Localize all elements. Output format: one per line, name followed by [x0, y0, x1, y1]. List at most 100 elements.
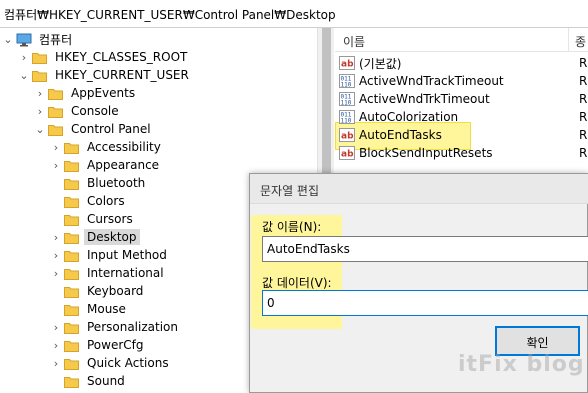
dialog-title: 문자열 편집	[250, 174, 588, 204]
value-type: R	[579, 110, 588, 124]
binary-value-icon: 011 110	[339, 92, 355, 107]
value-data-text: 0	[267, 296, 275, 310]
folder-icon	[64, 231, 79, 244]
folder-icon	[64, 303, 79, 316]
tree-item-label: Input Method	[87, 248, 167, 262]
column-type-header[interactable]: 종	[575, 33, 586, 50]
value-name: ActiveWndTrackTimeout	[359, 74, 504, 88]
tree-item-label: HKEY_CLASSES_ROOT	[55, 50, 188, 64]
tree-item[interactable]: › Console	[34, 102, 122, 120]
tree-item[interactable]: Bluetooth	[50, 174, 148, 192]
expand-arrow-icon[interactable]: ⌄	[2, 30, 14, 48]
tree-item[interactable]: › HKEY_CLASSES_ROOT	[18, 48, 190, 66]
tree-item[interactable]: › Accessibility	[50, 138, 164, 156]
folder-icon	[64, 267, 79, 280]
tree-item-label: Cursors	[87, 212, 133, 226]
tree-item-label: Control Panel	[71, 122, 151, 136]
folder-icon	[64, 195, 79, 208]
value-type: R	[579, 56, 588, 70]
tree-item-label: Appearance	[87, 158, 160, 172]
tree-item[interactable]: › Quick Actions	[50, 354, 172, 372]
expand-arrow-icon[interactable]: ⌄	[34, 120, 46, 138]
value-row[interactable]: ab AutoEndTasks	[339, 126, 442, 144]
tree-item[interactable]: ⌄ 컴퓨터	[2, 30, 75, 48]
value-name-field[interactable]: AutoEndTasks	[262, 236, 588, 262]
folder-icon	[64, 357, 79, 370]
collapse-arrow-icon[interactable]: ›	[50, 138, 62, 156]
collapse-arrow-icon[interactable]: ›	[34, 102, 46, 120]
value-name: ActiveWndTrkTimeout	[359, 92, 490, 106]
collapse-arrow-icon[interactable]: ›	[50, 228, 62, 246]
folder-icon	[64, 321, 79, 334]
tree-item-label: Colors	[87, 194, 125, 208]
tree-item[interactable]: Mouse	[50, 300, 129, 318]
folder-icon	[64, 285, 79, 298]
computer-icon	[16, 33, 32, 46]
svg-text:ab: ab	[341, 60, 354, 70]
value-row[interactable]: 011 110 ActiveWndTrkTimeout	[339, 90, 490, 108]
svg-text:ab: ab	[341, 132, 354, 142]
svg-text:110: 110	[341, 100, 352, 107]
value-name: BlockSendInputResets	[359, 146, 493, 160]
collapse-arrow-icon[interactable]: ›	[34, 84, 46, 102]
tree-item-label: Desktop	[84, 229, 140, 245]
tree-item-label: AppEvents	[71, 86, 136, 100]
tree-item[interactable]: › Personalization	[50, 318, 181, 336]
tree-item-label: PowerCfg	[87, 338, 144, 352]
folder-icon	[48, 123, 63, 136]
no-arrow	[50, 282, 62, 300]
folder-icon	[64, 177, 79, 190]
value-type: R	[579, 128, 588, 142]
tree-item[interactable]: ⌄ Control Panel	[34, 120, 154, 138]
value-row[interactable]: 011 110 AutoColorization	[339, 108, 458, 126]
string-value-icon: ab	[339, 146, 355, 160]
value-row[interactable]: ab BlockSendInputResets	[339, 144, 493, 162]
collapse-arrow-icon[interactable]: ›	[50, 156, 62, 174]
value-row[interactable]: ab (기본값)	[339, 54, 401, 72]
address-bar[interactable]: 컴퓨터₩HKEY_CURRENT_USER₩Control Panel₩Desk…	[0, 0, 588, 28]
column-name-header[interactable]: 이름	[343, 33, 365, 50]
tree-item-label: International	[87, 266, 164, 280]
tree-item-label: Personalization	[87, 320, 178, 334]
value-name-text: AutoEndTasks	[267, 242, 350, 256]
collapse-arrow-icon[interactable]: ›	[50, 246, 62, 264]
value-data-label: 값 데이터(V):	[262, 276, 332, 290]
value-name: (기본값)	[359, 56, 402, 71]
tree-item[interactable]: › Appearance	[50, 156, 162, 174]
tree-item-label: Quick Actions	[87, 356, 169, 370]
collapse-arrow-icon[interactable]: ›	[18, 48, 30, 66]
tree-item-label: Sound	[87, 374, 125, 388]
tree-item[interactable]: › International	[50, 264, 167, 282]
folder-icon	[32, 51, 47, 64]
tree-item[interactable]: › PowerCfg	[50, 336, 147, 354]
watermark: itFix blog	[458, 352, 585, 377]
tree-item[interactable]: Colors	[50, 192, 128, 210]
collapse-arrow-icon[interactable]: ›	[50, 336, 62, 354]
tree-item-label: Keyboard	[87, 284, 144, 298]
tree-item-label: Bluetooth	[87, 176, 146, 190]
value-type: R	[579, 146, 588, 160]
svg-text:110: 110	[341, 118, 352, 125]
string-value-icon: ab	[339, 56, 355, 70]
folder-icon	[64, 339, 79, 352]
binary-value-icon: 011 110	[339, 110, 355, 125]
folder-icon	[64, 141, 79, 154]
collapse-arrow-icon[interactable]: ›	[50, 318, 62, 336]
tree-item[interactable]: Keyboard	[50, 282, 146, 300]
tree-item[interactable]: › AppEvents	[34, 84, 138, 102]
collapse-arrow-icon[interactable]: ›	[50, 354, 62, 372]
folder-icon	[32, 69, 47, 82]
tree-item[interactable]: Sound	[50, 372, 128, 390]
value-row[interactable]: 011 110 ActiveWndTrackTimeout	[339, 72, 504, 90]
tree-item[interactable]: ⌄ HKEY_CURRENT_USER	[18, 66, 192, 84]
value-data-field[interactable]: 0	[262, 290, 588, 316]
column-divider[interactable]	[568, 28, 569, 52]
tree-item[interactable]: › Desktop	[50, 228, 140, 246]
svg-text:110: 110	[341, 82, 352, 89]
tree-item-label: HKEY_CURRENT_USER	[55, 68, 189, 82]
expand-arrow-icon[interactable]: ⌄	[18, 66, 30, 84]
tree-item[interactable]: › Input Method	[50, 246, 170, 264]
address-path: 컴퓨터₩HKEY_CURRENT_USER₩Control Panel₩Desk…	[4, 8, 336, 22]
collapse-arrow-icon[interactable]: ›	[50, 264, 62, 282]
tree-item[interactable]: Cursors	[50, 210, 136, 228]
